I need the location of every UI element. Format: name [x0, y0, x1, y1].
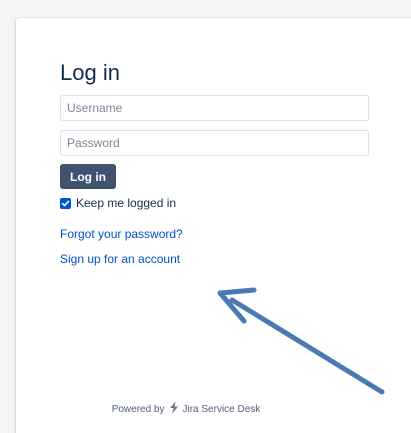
powered-by-label: Powered by [111, 403, 165, 415]
forgot-password-link[interactable]: Forgot your password? [60, 227, 183, 241]
sign-up-link[interactable]: Sign up for an account [60, 252, 180, 266]
jira-service-desk-bolt-icon [168, 401, 180, 417]
checkbox-checked-icon[interactable] [60, 197, 71, 209]
login-card: Log in Log in Keep me logged in Forgot y… [16, 18, 411, 433]
keep-logged-in-label: Keep me logged in [76, 196, 177, 210]
page-title: Log in [60, 60, 120, 85]
login-button[interactable]: Log in [60, 164, 116, 189]
product-name: Jira Service Desk [182, 403, 261, 415]
password-input[interactable] [60, 130, 369, 156]
username-input[interactable] [60, 95, 369, 121]
powered-by-footer: Powered by Jira Service Desk [16, 401, 411, 417]
keep-logged-in[interactable]: Keep me logged in [60, 196, 176, 210]
